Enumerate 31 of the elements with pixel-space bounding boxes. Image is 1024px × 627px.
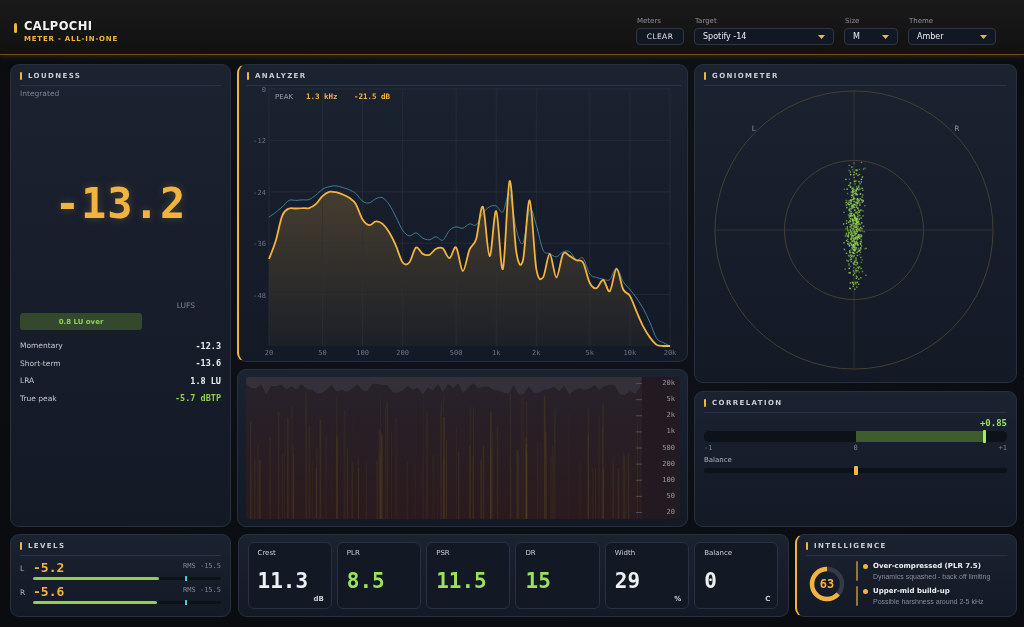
dropdown[interactable]: Spotify -14 <box>694 28 834 45</box>
stat-value: 11.3 <box>257 570 309 592</box>
score-value: 63 <box>819 577 835 590</box>
metric-value: -5.7 dBTP <box>174 393 221 404</box>
metric-value: 1.8 LU <box>190 375 221 386</box>
caret-icon <box>980 34 987 39</box>
caret-icon <box>818 34 825 39</box>
stat-value: 8.5 <box>346 570 385 592</box>
title-marker-icon <box>704 399 706 407</box>
correlation-value: +0.85 <box>979 418 1007 428</box>
loudness-readout: -13.2 <box>54 180 187 228</box>
channel-value: -5.2 <box>33 561 65 575</box>
status-dot-icon <box>863 564 868 569</box>
logo-mark-icon <box>14 23 17 33</box>
stat-value: 29 <box>614 570 641 592</box>
stat-value: 15 <box>525 570 551 592</box>
channel-value: -5.6 <box>33 585 65 599</box>
stat-value: 11.5 <box>436 570 487 592</box>
dropdown[interactable]: M <box>844 28 898 45</box>
title-marker-icon <box>20 72 22 80</box>
caret-icon <box>882 34 889 39</box>
metric-value: -12.3 <box>195 340 221 351</box>
app-title: CALPOCHI <box>24 19 94 33</box>
title-marker-icon <box>704 72 706 80</box>
title-marker-icon <box>806 542 808 550</box>
stat-value: 0 <box>704 570 717 592</box>
metric-value: -13.6 <box>195 358 221 369</box>
title-marker-icon <box>247 72 249 80</box>
status-dot-icon <box>863 589 868 594</box>
title-marker-icon <box>20 542 22 550</box>
dropdown[interactable]: Amber <box>908 28 996 45</box>
